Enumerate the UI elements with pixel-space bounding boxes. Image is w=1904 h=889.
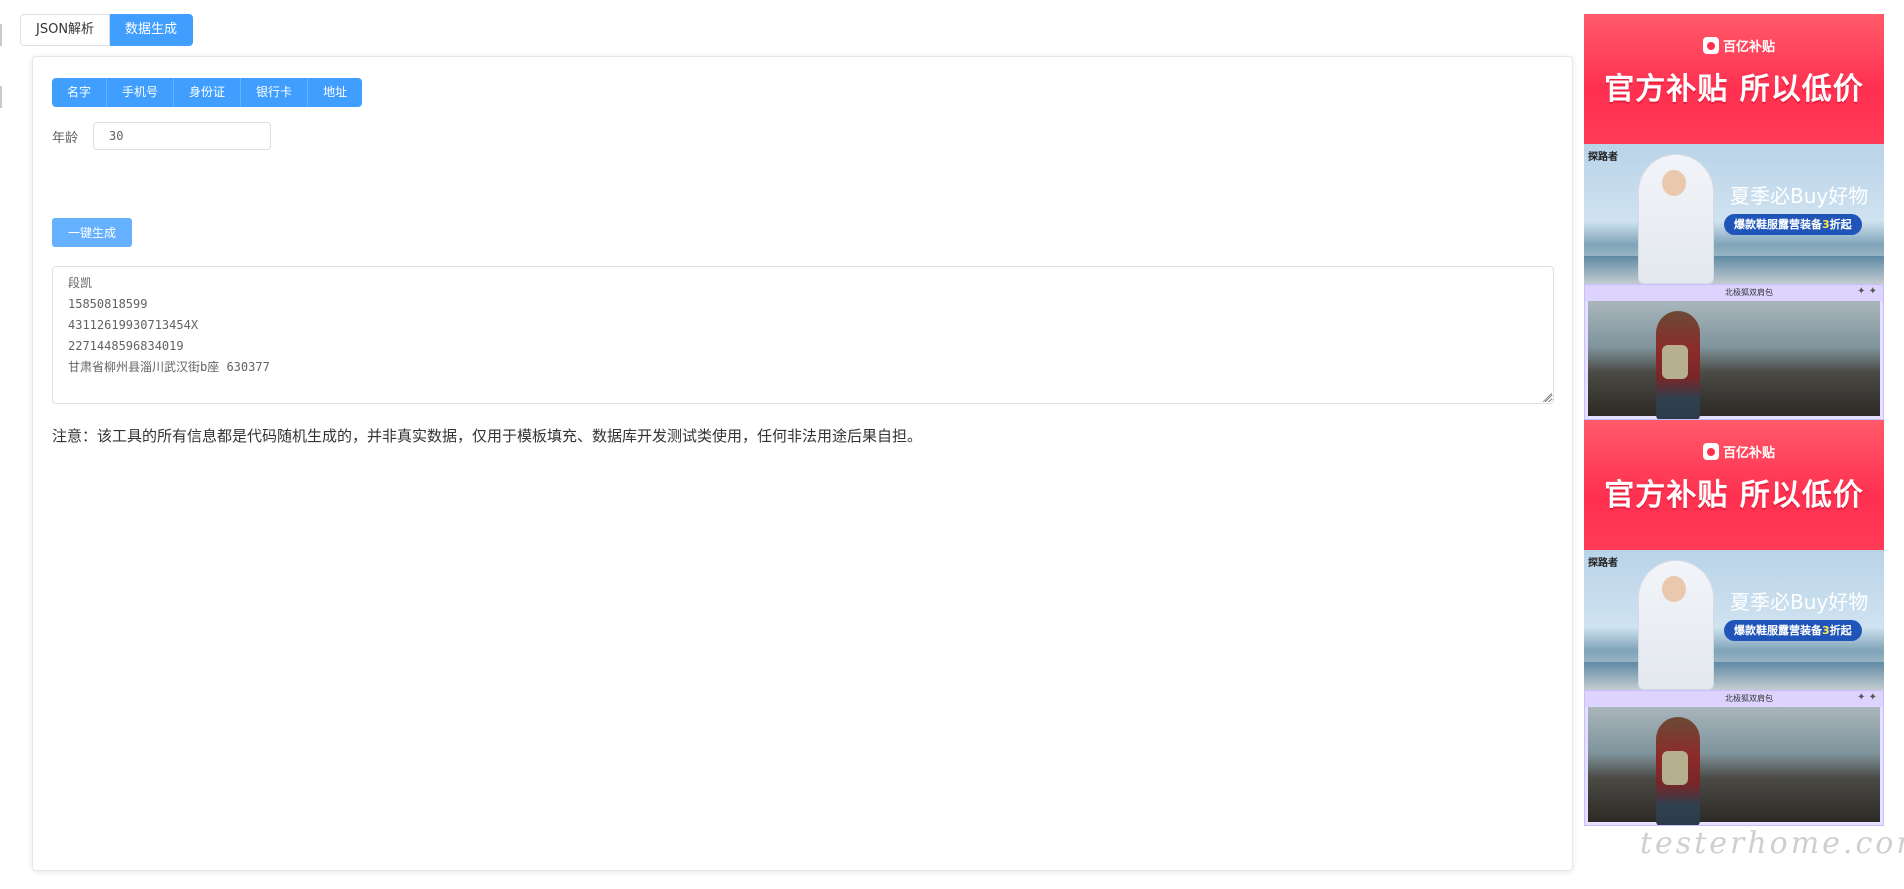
gen-tab-phone[interactable]: 手机号	[107, 78, 175, 107]
ad-promo-suffix: 折起	[1829, 624, 1852, 637]
ad-banner-backpack[interactable]: 北极狐双肩包 ✦ ✦	[1584, 284, 1884, 420]
generate-button[interactable]: 一键生成	[52, 218, 132, 247]
age-row: 年龄	[52, 122, 271, 150]
sparkle-icon: ✦ ✦	[1857, 692, 1877, 703]
ad-promo-prefix: 爆款鞋服露营装备	[1734, 624, 1822, 637]
ad-headline: 夏季必Buy好物	[1730, 590, 1869, 614]
coast-image	[1588, 301, 1880, 419]
ad-brand: 探路者	[1588, 558, 1618, 569]
tab-data-generate[interactable]: 数据生成	[110, 14, 194, 46]
generator-panel: 名字 手机号 身份证 银行卡 地址 年龄 一键生成 段凯 15850818599…	[32, 56, 1573, 871]
generator-type-tabs: 名字 手机号 身份证 银行卡 地址	[52, 78, 363, 107]
ad-caption: 北极狐双肩包	[1725, 288, 1773, 297]
site-watermark: testerhome.com	[1640, 826, 1904, 861]
tab-json-parse[interactable]: JSON解析	[20, 14, 111, 46]
ad-badge-text: 百亿补贴	[1723, 39, 1776, 55]
ad-headline: 官方补贴 所以低价	[1604, 72, 1864, 107]
ad-badge: 百亿补贴	[1697, 33, 1783, 57]
gen-tab-id-card[interactable]: 身份证	[174, 78, 242, 107]
ad-promo-pill: 爆款鞋服露营装备3折起	[1724, 214, 1862, 235]
backpack-image	[1662, 345, 1688, 379]
ad-column: 百亿补贴 官方补贴 所以低价 探路者 夏季必Buy好物 爆款鞋服露营装备3折起 …	[1584, 14, 1884, 826]
gen-tab-bank-card[interactable]: 银行卡	[241, 78, 309, 107]
model-image	[1638, 154, 1714, 284]
ad-promo-discount: 3	[1822, 218, 1830, 231]
ad-headline: 夏季必Buy好物	[1730, 184, 1869, 208]
ad-badge-text: 百亿补贴	[1723, 445, 1776, 461]
ad-headline: 官方补贴 所以低价	[1604, 478, 1864, 513]
gen-tab-address[interactable]: 地址	[308, 78, 363, 107]
edge-mark-top	[0, 24, 2, 46]
ad-promo-prefix: 爆款鞋服露营装备	[1734, 218, 1822, 231]
shopping-bag-icon	[1703, 442, 1719, 460]
backpack-image	[1662, 751, 1688, 785]
sea-image	[1584, 256, 1884, 284]
age-label: 年龄	[52, 130, 79, 146]
ad-brand: 探路者	[1588, 152, 1618, 163]
ad-banner-backpack[interactable]: 北极狐双肩包 ✦ ✦	[1584, 690, 1884, 826]
ad-caption: 北极狐双肩包	[1725, 694, 1773, 703]
ad-promo-discount: 3	[1822, 624, 1830, 637]
ad-banner-subsidy[interactable]: 百亿补贴 官方补贴 所以低价	[1584, 14, 1884, 144]
ad-banner-summer[interactable]: 探路者 夏季必Buy好物 爆款鞋服露营装备3折起	[1584, 550, 1884, 690]
ad-banner-summer[interactable]: 探路者 夏季必Buy好物 爆款鞋服露营装备3折起	[1584, 144, 1884, 284]
model-image	[1638, 560, 1714, 690]
age-input[interactable]	[93, 122, 271, 150]
sea-image	[1584, 662, 1884, 690]
shopping-bag-icon	[1703, 36, 1719, 54]
result-textarea[interactable]: 段凯 15850818599 43112619930713454X 227144…	[52, 266, 1554, 404]
ad-promo-suffix: 折起	[1829, 218, 1852, 231]
gen-tab-name[interactable]: 名字	[52, 78, 108, 107]
disclaimer-notice: 注意：该工具的所有信息都是代码随机生成的，并非真实数据，仅用于模板填充、数据库开…	[52, 427, 923, 445]
top-tab-bar: JSON解析 数据生成	[20, 14, 194, 46]
edge-mark-bottom	[0, 86, 2, 108]
ad-promo-pill: 爆款鞋服露营装备3折起	[1724, 620, 1862, 641]
textarea-resize-handle[interactable]	[1543, 393, 1552, 402]
ad-badge: 百亿补贴	[1697, 439, 1783, 463]
coast-image	[1588, 707, 1880, 825]
sparkle-icon: ✦ ✦	[1857, 286, 1877, 297]
ad-banner-subsidy[interactable]: 百亿补贴 官方补贴 所以低价	[1584, 420, 1884, 550]
